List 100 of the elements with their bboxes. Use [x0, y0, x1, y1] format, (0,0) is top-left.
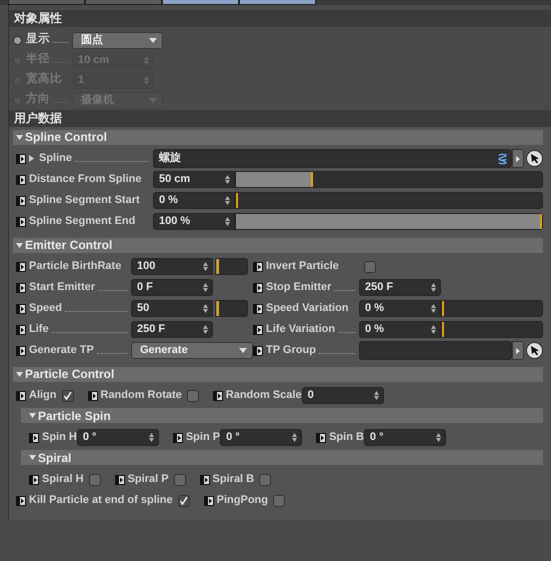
checkbox[interactable] [88, 474, 101, 486]
keyframe-icon[interactable] [200, 474, 210, 484]
slider-fill[interactable] [236, 172, 312, 187]
number-field[interactable]: 250 F [359, 279, 441, 296]
keyframe-icon[interactable] [29, 432, 39, 442]
checkbox[interactable] [174, 474, 186, 486]
keyframe-icon[interactable] [16, 304, 26, 314]
number-field[interactable]: 0 [302, 387, 384, 404]
spinner-icon[interactable] [225, 196, 230, 205]
keyframe-icon[interactable] [29, 474, 39, 484]
leader-line [318, 352, 355, 354]
group-header[interactable]: Particle Control [13, 367, 543, 382]
field-label: Spiral H [42, 472, 84, 488]
dropdown[interactable]: Generate [131, 342, 253, 359]
spinner-icon[interactable] [203, 262, 208, 271]
number-field[interactable]: 0 % [359, 300, 441, 317]
number-field[interactable]: 0 F [131, 279, 213, 296]
checkbox[interactable] [259, 474, 272, 486]
field-label: Stop Emitter [266, 280, 332, 296]
group-header[interactable]: Spline Control [13, 130, 543, 145]
spinner-icon[interactable] [203, 283, 208, 292]
arrow-button[interactable] [512, 341, 524, 360]
checkbox[interactable] [178, 494, 190, 506]
pointer-icon[interactable] [526, 342, 543, 359]
field-label: Life Variation [266, 322, 336, 338]
keyframe-icon[interactable] [114, 474, 125, 484]
field-label: Spline [39, 151, 72, 166]
keyframe-icon[interactable] [253, 304, 263, 314]
keyframe-icon[interactable] [253, 346, 263, 356]
spinner-icon[interactable] [225, 217, 230, 226]
dropdown[interactable]: 圆点 [72, 32, 163, 48]
keyframe-icon[interactable] [16, 174, 26, 184]
group-title: Particle Control [25, 367, 114, 382]
spinner-icon[interactable] [374, 391, 379, 400]
collapse-icon [29, 413, 36, 418]
slider-track[interactable] [215, 300, 248, 317]
number-field[interactable]: 250 F [131, 321, 213, 338]
link-field[interactable] [359, 341, 512, 360]
keyframe-icon[interactable] [204, 496, 214, 506]
spinner-icon[interactable] [431, 283, 436, 292]
keyframe-icon[interactable] [16, 196, 26, 206]
pointer-icon[interactable] [526, 150, 543, 167]
keyframe-icon[interactable] [16, 216, 26, 226]
radio-button[interactable] [13, 36, 22, 44]
arrow-button[interactable] [512, 149, 524, 168]
number-field[interactable]: 0 ° [76, 429, 159, 446]
group-header[interactable]: Spiral [21, 450, 543, 465]
keyframe-icon[interactable] [316, 432, 326, 442]
field-label: Generate TP [29, 343, 94, 358]
keyframe-icon[interactable] [16, 154, 26, 164]
keyframe-icon[interactable] [16, 346, 26, 356]
checkbox[interactable] [186, 390, 199, 402]
number-field[interactable]: 0 % [153, 192, 235, 209]
spinner-icon[interactable] [431, 304, 436, 313]
number-field[interactable]: 50 cm [153, 171, 235, 188]
spinner-icon[interactable] [148, 433, 154, 442]
keyframe-icon[interactable] [16, 390, 26, 400]
tab[interactable] [162, 0, 239, 5]
checkbox[interactable] [364, 260, 376, 272]
group-title: Spiral [38, 450, 72, 466]
spinner-icon[interactable] [436, 433, 441, 442]
checkbox[interactable] [272, 494, 285, 506]
group-header[interactable]: Emitter Control [13, 238, 543, 253]
group-header[interactable]: Particle Spin [21, 408, 543, 423]
field-label: Kill Particle at end of spline [29, 493, 173, 508]
field-label: Spin P [186, 430, 220, 446]
collapse-icon [29, 455, 36, 460]
spinner-icon[interactable] [203, 304, 208, 313]
keyframe-icon[interactable] [253, 282, 263, 292]
keyframe-icon[interactable] [16, 324, 26, 334]
spinner-icon[interactable] [431, 325, 436, 334]
spiral-icon [498, 152, 507, 164]
tab[interactable] [239, 0, 316, 5]
expand-icon[interactable] [29, 155, 34, 162]
group-title: Emitter Control [25, 238, 112, 253]
number-field[interactable]: 0 ° [364, 429, 446, 446]
keyframe-icon[interactable] [212, 390, 223, 400]
number-field[interactable]: 100 [131, 258, 213, 275]
keyframe-icon[interactable] [253, 262, 263, 272]
spinner-icon[interactable] [203, 325, 208, 334]
spinner-icon[interactable] [292, 433, 298, 442]
keyframe-icon[interactable] [172, 432, 183, 442]
collapse-icon [16, 243, 23, 248]
keyframe-icon[interactable] [16, 282, 26, 292]
spinner-icon[interactable] [225, 175, 230, 184]
keyframe-icon[interactable] [88, 390, 98, 400]
keyframe-icon[interactable] [16, 262, 26, 272]
checkbox[interactable] [62, 390, 74, 402]
keyframe-icon[interactable] [253, 324, 263, 334]
link-field[interactable]: 螺旋 [153, 149, 512, 168]
slider-fill[interactable] [216, 259, 220, 274]
check-icon [63, 391, 72, 400]
slider-track[interactable] [215, 258, 248, 275]
number-field[interactable]: 0 ° [220, 429, 302, 446]
slider-fill[interactable] [216, 301, 220, 316]
number-field[interactable]: 0 % [359, 321, 441, 338]
field-label: 显示 [26, 32, 50, 48]
number-field[interactable]: 50 [131, 300, 213, 317]
number-field[interactable]: 100 % [153, 213, 235, 230]
keyframe-icon[interactable] [16, 496, 26, 506]
